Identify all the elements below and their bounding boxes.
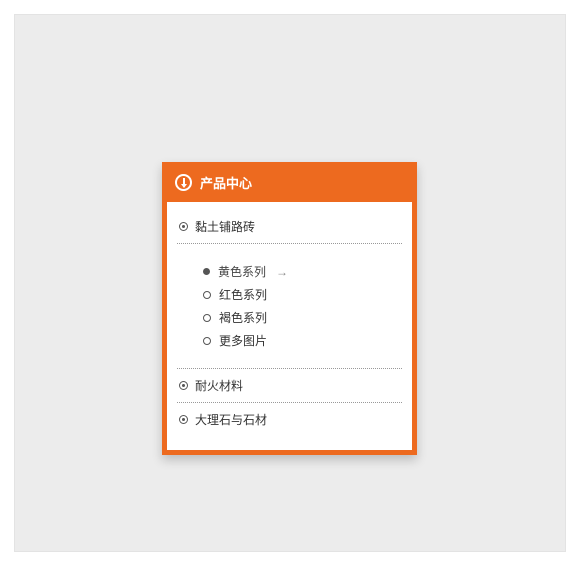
subitem-label: 更多图片 xyxy=(219,332,267,349)
arrow-right-icon: → xyxy=(276,265,288,279)
subcategory-list: 黄色系列 → 红色系列 褐色系列 更多图片 xyxy=(177,246,402,366)
page-background: 产品中心 黏土铺路砖 黄色系列 → 红色系列 xyxy=(14,14,566,552)
category-label: 耐火材料 xyxy=(195,377,243,394)
subitem-more-images[interactable]: 更多图片 xyxy=(203,329,402,352)
category-label: 大理石与石材 xyxy=(195,411,267,428)
divider xyxy=(177,368,402,369)
subitem-brown-series[interactable]: 褐色系列 xyxy=(203,306,402,329)
bullet-filled-icon xyxy=(203,268,210,275)
panel-body: 黏土铺路砖 黄色系列 → 红色系列 褐色系列 xyxy=(167,202,412,450)
panel-title: 产品中心 xyxy=(200,173,252,192)
radio-dot-icon xyxy=(179,222,188,231)
subitem-red-series[interactable]: 红色系列 xyxy=(203,283,402,306)
radio-dot-icon xyxy=(179,415,188,424)
category-clay-paving-brick[interactable]: 黏土铺路砖 xyxy=(177,212,402,241)
subitem-label: 褐色系列 xyxy=(219,309,267,326)
divider xyxy=(177,243,402,244)
download-circle-icon xyxy=(175,174,192,191)
bullet-hollow-icon xyxy=(203,291,211,299)
bullet-hollow-icon xyxy=(203,314,211,322)
bullet-hollow-icon xyxy=(203,337,211,345)
divider xyxy=(177,402,402,403)
subitem-label: 红色系列 xyxy=(219,286,267,303)
subitem-yellow-series[interactable]: 黄色系列 → xyxy=(203,260,402,283)
category-marble-stone[interactable]: 大理石与石材 xyxy=(177,405,402,434)
subitem-label: 黄色系列 xyxy=(218,263,266,280)
category-refractory[interactable]: 耐火材料 xyxy=(177,371,402,400)
product-center-panel: 产品中心 黏土铺路砖 黄色系列 → 红色系列 xyxy=(162,162,417,455)
radio-dot-icon xyxy=(179,381,188,390)
panel-frame: 产品中心 黏土铺路砖 黄色系列 → 红色系列 xyxy=(162,162,417,455)
panel-header: 产品中心 xyxy=(167,167,412,202)
category-label: 黏土铺路砖 xyxy=(195,218,255,235)
